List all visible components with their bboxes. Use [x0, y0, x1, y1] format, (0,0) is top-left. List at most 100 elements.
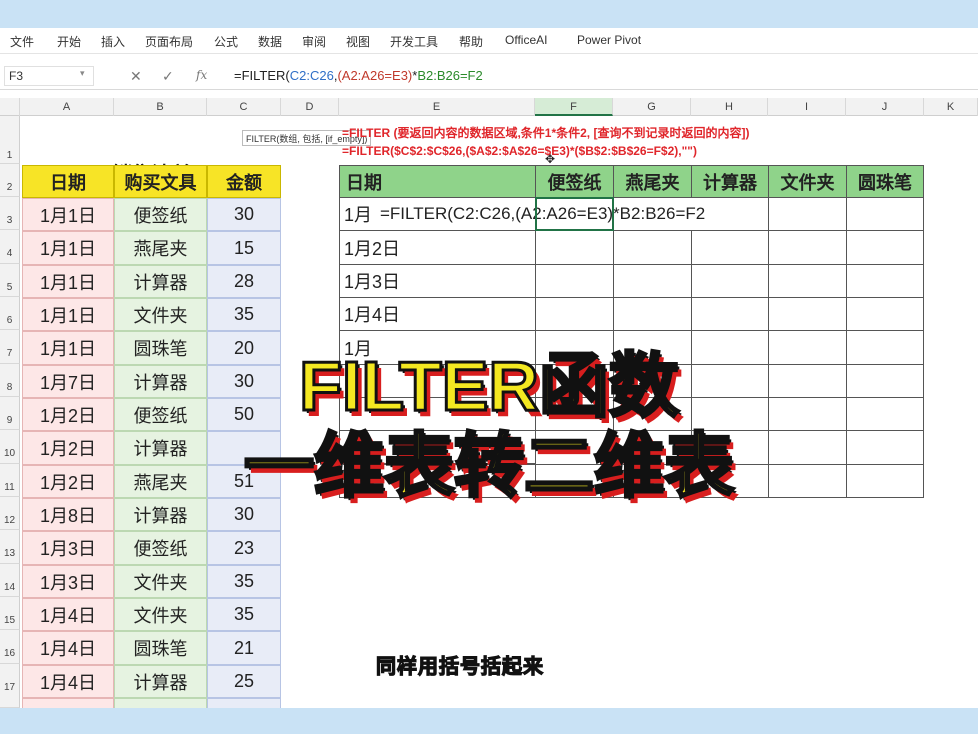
result-value-cell[interactable]: [768, 230, 847, 265]
function-icon[interactable]: fx: [196, 68, 207, 82]
menu-file[interactable]: 文件: [10, 33, 34, 50]
table-cell[interactable]: 1月1日: [22, 231, 114, 265]
table-cell[interactable]: 28: [207, 265, 281, 298]
result-date-cell[interactable]: 1月4日: [339, 297, 536, 331]
table-cell-partial[interactable]: [207, 698, 281, 708]
table-cell[interactable]: 21: [207, 631, 281, 665]
table-cell[interactable]: 35: [207, 298, 281, 331]
chevron-down-icon[interactable]: ▾: [80, 68, 85, 79]
table-cell[interactable]: 便签纸: [114, 198, 207, 231]
row-header[interactable]: 13: [0, 530, 20, 564]
row-header[interactable]: 16: [0, 630, 20, 664]
source-header-item[interactable]: 购买文具: [114, 165, 207, 198]
menu-power-pivot[interactable]: Power Pivot: [577, 33, 641, 47]
table-cell[interactable]: 1月1日: [22, 265, 114, 298]
column-header-k[interactable]: K: [924, 98, 978, 116]
column-header-c[interactable]: C: [207, 98, 281, 116]
table-cell[interactable]: 文件夹: [114, 565, 207, 598]
result-header-calculator[interactable]: 计算器: [691, 165, 769, 198]
table-cell[interactable]: 35: [207, 598, 281, 631]
result-header-pen[interactable]: 圆珠笔: [846, 165, 924, 198]
menu-review[interactable]: 审阅: [302, 33, 326, 50]
table-cell[interactable]: 1月3日: [22, 531, 114, 565]
result-value-cell[interactable]: [846, 197, 924, 231]
column-header-g[interactable]: G: [613, 98, 691, 116]
menu-formulas[interactable]: 公式: [214, 33, 238, 50]
confirm-icon[interactable]: ✓: [162, 68, 174, 85]
result-value-cell[interactable]: [768, 197, 847, 231]
table-cell[interactable]: 1月1日: [22, 298, 114, 331]
row-header[interactable]: 2: [0, 164, 20, 197]
column-header-a[interactable]: A: [20, 98, 114, 116]
result-header-folder[interactable]: 文件夹: [768, 165, 847, 198]
result-header-binder-clip[interactable]: 燕尾夹: [613, 165, 692, 198]
result-value-cell[interactable]: [535, 264, 614, 298]
result-value-cell[interactable]: [691, 264, 769, 298]
result-value-cell[interactable]: [768, 297, 847, 331]
column-header-b[interactable]: B: [114, 98, 207, 116]
column-header-e[interactable]: E: [339, 98, 535, 116]
table-cell[interactable]: 计算器: [114, 665, 207, 698]
table-cell[interactable]: 35: [207, 565, 281, 598]
column-header-i[interactable]: I: [768, 98, 846, 116]
table-cell[interactable]: 23: [207, 531, 281, 565]
table-cell[interactable]: 计算器: [114, 265, 207, 298]
cell-editor[interactable]: =FILTER(C2:C26,(A2:A26=E3)*B2:B26=F2: [378, 198, 768, 230]
menu-help[interactable]: 帮助: [459, 33, 483, 50]
table-cell-partial[interactable]: [22, 698, 114, 708]
table-cell[interactable]: 1月3日: [22, 565, 114, 598]
cancel-icon[interactable]: ✕: [130, 68, 142, 85]
result-value-cell[interactable]: [535, 230, 614, 265]
row-header[interactable]: 1: [0, 116, 20, 164]
row-header[interactable]: 3: [0, 197, 20, 230]
result-value-cell[interactable]: [613, 264, 692, 298]
row-header[interactable]: 15: [0, 597, 20, 630]
menu-home[interactable]: 开始: [57, 33, 81, 50]
result-value-cell[interactable]: [846, 297, 924, 331]
result-value-cell[interactable]: [846, 264, 924, 298]
result-value-cell[interactable]: [691, 230, 769, 265]
table-cell[interactable]: 1月4日: [22, 665, 114, 698]
formula-input[interactable]: =FILTER(C2:C26,(A2:A26=E3)*B2:B26=F2: [234, 68, 483, 83]
result-value-cell[interactable]: [691, 297, 769, 331]
table-cell[interactable]: 30: [207, 198, 281, 231]
table-cell[interactable]: 1月4日: [22, 631, 114, 665]
row-header[interactable]: 17: [0, 664, 20, 708]
result-date-cell[interactable]: 1月3日: [339, 264, 536, 298]
result-value-cell[interactable]: [535, 297, 614, 331]
result-date-cell[interactable]: 1月2日: [339, 230, 536, 265]
table-cell[interactable]: 文件夹: [114, 298, 207, 331]
table-cell[interactable]: 文件夹: [114, 598, 207, 631]
column-header-j[interactable]: J: [846, 98, 924, 116]
menu-page-layout[interactable]: 页面布局: [145, 33, 193, 50]
row-header[interactable]: 4: [0, 230, 20, 264]
table-cell[interactable]: 1月1日: [22, 198, 114, 231]
menu-data[interactable]: 数据: [258, 33, 282, 50]
table-cell-partial[interactable]: [114, 698, 207, 708]
result-value-cell[interactable]: [613, 230, 692, 265]
result-header-sticky-notes[interactable]: 便签纸: [535, 165, 614, 198]
table-cell[interactable]: 15: [207, 231, 281, 265]
table-cell[interactable]: 25: [207, 665, 281, 698]
row-header[interactable]: 5: [0, 264, 20, 297]
source-header-amount[interactable]: 金额: [207, 165, 281, 198]
table-cell[interactable]: 1月4日: [22, 598, 114, 631]
select-all-corner[interactable]: [0, 98, 20, 116]
column-header-h[interactable]: H: [691, 98, 768, 116]
source-header-date[interactable]: 日期: [22, 165, 114, 198]
column-header-d[interactable]: D: [281, 98, 339, 116]
column-header-f[interactable]: F: [535, 98, 613, 116]
table-cell[interactable]: 便签纸: [114, 531, 207, 565]
result-value-cell[interactable]: [768, 264, 847, 298]
menu-developer[interactable]: 开发工具: [390, 33, 438, 50]
row-header[interactable]: 14: [0, 564, 20, 597]
menu-view[interactable]: 视图: [346, 33, 370, 50]
result-header-date[interactable]: 日期: [339, 165, 536, 198]
result-value-cell[interactable]: [846, 230, 924, 265]
menu-officeai[interactable]: OfficeAI: [505, 33, 547, 47]
result-value-cell[interactable]: [613, 297, 692, 331]
table-cell[interactable]: 燕尾夹: [114, 231, 207, 265]
row-header[interactable]: 6: [0, 297, 20, 330]
table-cell[interactable]: 圆珠笔: [114, 631, 207, 665]
menu-insert[interactable]: 插入: [101, 33, 125, 50]
